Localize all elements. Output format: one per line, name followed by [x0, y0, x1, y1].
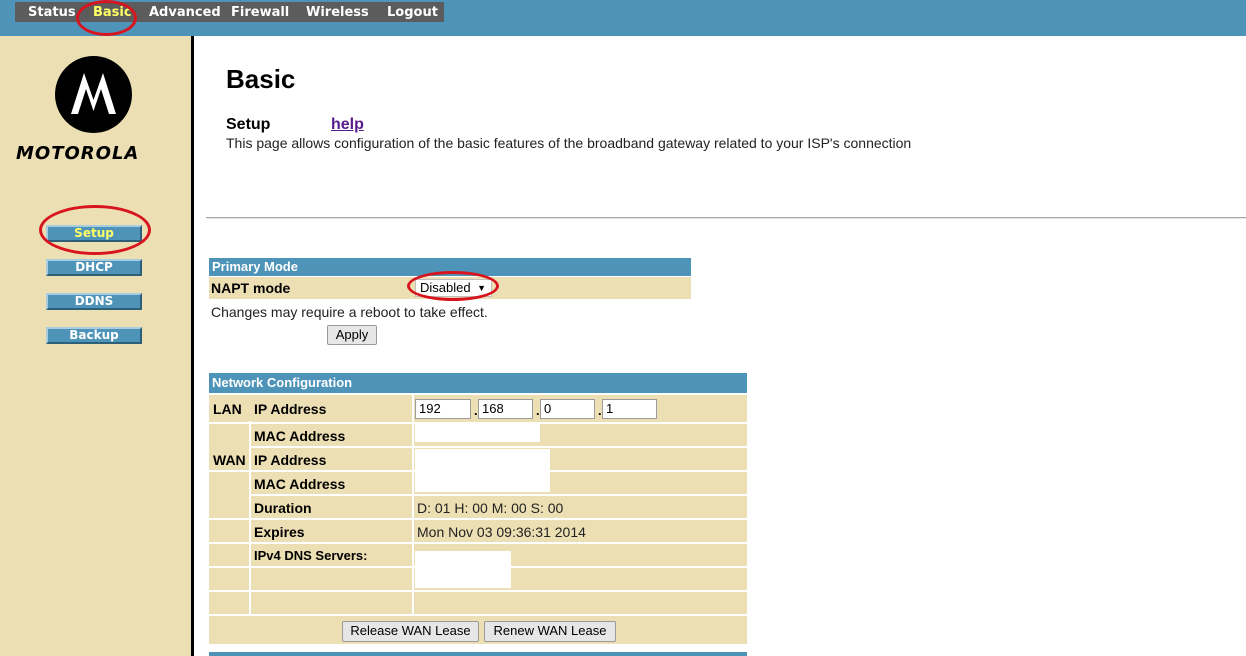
napt-mode-select[interactable]: Disabled ▼	[415, 279, 492, 297]
duration-value: D: 01 H: 00 M: 00 S: 00	[417, 500, 564, 516]
release-wan-lease-button[interactable]: Release WAN Lease	[342, 621, 479, 642]
duration-label: Duration	[254, 500, 312, 516]
grid-line	[209, 590, 747, 592]
network-config-header: Network Configuration	[209, 373, 747, 393]
nav-wireless[interactable]: Wireless	[306, 5, 369, 20]
lan-label: LAN	[213, 401, 242, 417]
napt-mode-label: NAPT mode	[211, 280, 291, 296]
grid-line	[209, 542, 747, 544]
lan-mac-value	[415, 424, 540, 442]
expires-value: Mon Nov 03 09:36:31 2014	[417, 524, 586, 540]
nav-advanced[interactable]: Advanced	[149, 5, 221, 20]
napt-mode-value: Disabled	[420, 280, 471, 295]
lan-ip-octet-3[interactable]: 0	[540, 399, 595, 419]
lan-ip-octet-1[interactable]: 192	[415, 399, 471, 419]
renew-wan-lease-button[interactable]: Renew WAN Lease	[484, 621, 616, 642]
primary-mode-header: Primary Mode	[209, 258, 691, 276]
grid-line	[412, 395, 414, 616]
nav-basic[interactable]: Basic	[93, 5, 132, 20]
lan-ip-octet-4[interactable]: 1	[602, 399, 657, 419]
grid-line	[249, 494, 747, 496]
lan-ip-label: IP Address	[254, 401, 327, 417]
nav-logout[interactable]: Logout	[387, 5, 438, 20]
grid-line	[209, 518, 747, 520]
help-link[interactable]: help	[331, 116, 364, 134]
nav-firewall[interactable]: Firewall	[231, 5, 289, 20]
apply-button[interactable]: Apply	[327, 325, 377, 345]
dns-servers-label: IPv4 DNS Servers:	[254, 548, 368, 563]
sidebar-item-setup[interactable]: Setup	[46, 225, 142, 242]
dns-servers-value	[415, 551, 511, 588]
sidebar-item-dhcp[interactable]: DHCP	[46, 259, 142, 276]
chevron-down-icon: ▼	[477, 283, 486, 293]
motorola-logo-icon	[55, 56, 132, 133]
lan-ip-octet-2[interactable]: 168	[478, 399, 533, 419]
nav-status[interactable]: Status	[28, 5, 76, 20]
next-section-header	[209, 652, 747, 656]
grid-line	[249, 446, 747, 448]
section-title: Setup	[226, 116, 271, 133]
sidebar-item-ddns[interactable]: DDNS	[46, 293, 142, 310]
wan-label: WAN	[213, 452, 246, 468]
page-description: This page allows configuration of the ba…	[226, 135, 912, 151]
divider	[206, 217, 1246, 219]
top-nav: Status Basic Advanced Firewall Wireless …	[15, 2, 444, 22]
lan-mac-label: MAC Address	[254, 428, 346, 444]
sidebar-item-backup[interactable]: Backup	[46, 327, 142, 344]
wan-address-values	[415, 449, 550, 492]
sidebar-divider	[191, 36, 194, 656]
expires-label: Expires	[254, 524, 305, 540]
reboot-note: Changes may require a reboot to take eff…	[211, 304, 488, 320]
grid-line	[209, 614, 747, 616]
brand-name: MOTOROLA	[16, 143, 140, 164]
wan-mac-label: MAC Address	[254, 476, 346, 492]
page-title: Basic	[226, 64, 296, 94]
wan-ip-label: IP Address	[254, 452, 327, 468]
